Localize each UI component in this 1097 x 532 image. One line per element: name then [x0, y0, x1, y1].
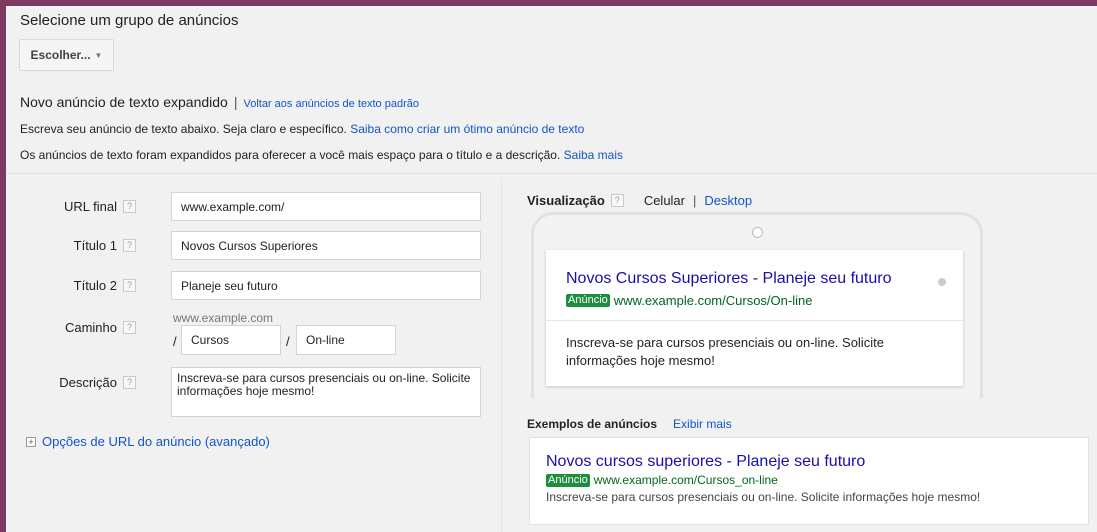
info-line-2: Os anúncios de texto foram expandidos pa… — [20, 148, 623, 162]
card-divider — [546, 320, 963, 321]
title-1-label: Título 1 ? — [6, 238, 136, 253]
ad-badge: Anúncio — [546, 473, 590, 487]
description-textarea[interactable]: Inscreva-se para cursos presenciais ou o… — [171, 367, 481, 417]
heading-separator: | — [233, 94, 238, 110]
title-1-label-text: Título 1 — [73, 238, 117, 253]
path-slash: / — [173, 334, 177, 349]
choose-ad-group-button[interactable]: Escolher... ▼ — [19, 39, 114, 71]
page-title: Novo anúncio de texto expandido — [20, 94, 228, 110]
path-2-input[interactable]: On-line — [296, 325, 396, 355]
final-url-label-text: URL final — [64, 199, 117, 214]
example-ad-display-url: www.example.com/Cursos_on-line — [593, 473, 778, 487]
description-label: Descrição ? — [6, 375, 136, 390]
preview-title: Visualização — [527, 193, 605, 208]
tab-desktop[interactable]: Desktop — [704, 193, 752, 208]
help-icon[interactable]: ? — [610, 194, 624, 207]
help-icon[interactable]: ? — [123, 239, 136, 252]
final-url-label: URL final ? — [6, 199, 136, 214]
title-2-input[interactable]: Planeje seu futuro — [171, 271, 481, 300]
path-base-url: www.example.com — [173, 311, 274, 325]
mobile-ad-description: Inscreva-se para cursos presenciais ou o… — [566, 335, 884, 368]
help-icon[interactable]: ? — [123, 321, 136, 334]
path-label-text: Caminho — [64, 320, 117, 335]
ad-group-heading: Selecione um grupo de anúncios — [20, 12, 239, 29]
learn-more-link[interactable]: Saiba mais — [564, 148, 623, 162]
section-divider — [6, 173, 1097, 174]
mobile-ad-url-row: Anúncio www.example.com/Cursos/On-line — [566, 293, 812, 308]
info-2-text: Os anúncios de texto foram expandidos pa… — [20, 148, 561, 162]
phone-camera-icon — [752, 227, 763, 238]
ad-badge: Anúncio — [566, 294, 610, 307]
tab-mobile[interactable]: Celular — [644, 193, 685, 208]
learn-create-ad-link[interactable]: Saiba como criar um ótimo anúncio de tex… — [350, 122, 584, 136]
tab-separator: | — [693, 193, 697, 208]
chevron-down-icon: ▼ — [94, 50, 103, 60]
description-label-text: Descrição — [59, 375, 117, 390]
info-line-1: Escreva seu anúncio de texto abaixo. Sej… — [20, 122, 584, 136]
path-1-input[interactable]: Cursos — [181, 325, 281, 355]
help-icon[interactable]: ? — [123, 279, 136, 292]
title-1-input[interactable]: Novos Cursos Superiores — [171, 231, 481, 260]
new-ad-heading-row: Novo anúncio de texto expandido | Voltar a… — [20, 94, 419, 110]
ad-editor-panel: Selecione um grupo de anúncios Escolher.… — [6, 6, 1097, 532]
expand-plus-icon: + — [26, 436, 36, 447]
mobile-ad-headline[interactable]: Novos Cursos Superiores - Planeje seu fu… — [566, 270, 892, 288]
back-to-standard-ads-link[interactable]: Voltar aos anúncios de texto padrão — [243, 98, 419, 110]
title-2-label-text: Título 2 — [73, 278, 117, 293]
path-label: Caminho ? — [6, 320, 136, 335]
examples-header: Exemplos de anúncios Exibir mais — [527, 417, 732, 431]
show-more-link[interactable]: Exibir mais — [673, 417, 732, 431]
url-options-toggle[interactable]: + Opções de URL do anúncio (avançado) — [26, 434, 270, 449]
url-options-label: Opções de URL do anúncio (avançado) — [42, 434, 270, 449]
final-url-input[interactable]: www.example.com/ — [171, 192, 481, 221]
mobile-ad-display-url: www.example.com/Cursos/On-line — [613, 293, 813, 308]
preview-header: Visualização ? Celular | Desktop — [527, 193, 752, 208]
help-icon[interactable]: ? — [123, 200, 136, 213]
info-1-text: Escreva seu anúncio de texto abaixo. Sej… — [20, 122, 347, 136]
example-ad-headline[interactable]: Novos cursos superiores - Planeje seu fu… — [546, 453, 865, 471]
path-slash: / — [286, 334, 290, 349]
example-ad-url-row: Anúncio www.example.com/Cursos_on-line — [546, 473, 778, 487]
choose-button-label: Escolher... — [30, 48, 91, 62]
help-icon[interactable]: ? — [123, 376, 136, 389]
example-ad-description: Inscreva-se para cursos presenciais ou o… — [546, 490, 981, 504]
title-2-label: Título 2 ? — [6, 278, 136, 293]
column-divider — [501, 178, 502, 532]
examples-title: Exemplos de anúncios — [527, 417, 658, 431]
info-dot-icon — [938, 278, 946, 286]
